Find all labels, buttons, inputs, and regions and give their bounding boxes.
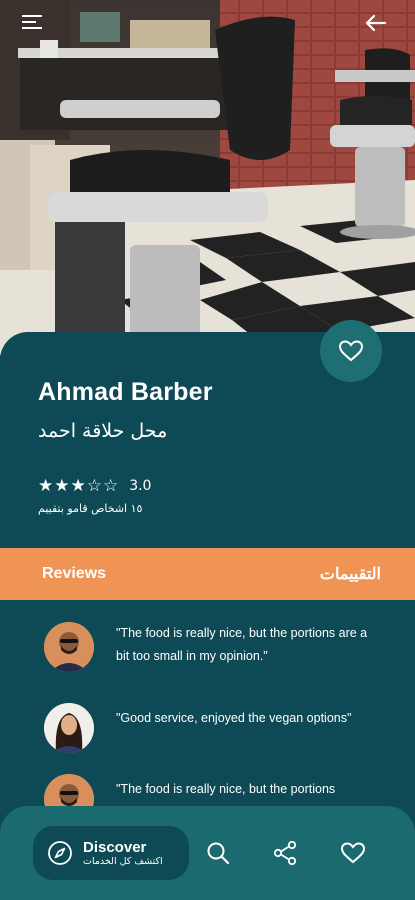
review-text: "The food is really nice, but the portio… bbox=[116, 626, 368, 663]
avatar bbox=[44, 622, 94, 672]
reviewers-count: ١٥ اشخاص قامو بتقييم bbox=[38, 502, 143, 515]
barber-name-arabic: محل حلاقة احمد bbox=[38, 420, 168, 442]
share-icon bbox=[273, 840, 297, 866]
barber-name: Ahmad Barber bbox=[38, 378, 213, 406]
star-rating: ★★★☆☆ bbox=[38, 476, 120, 496]
heart-icon bbox=[338, 340, 364, 362]
favorites-nav-button[interactable] bbox=[338, 838, 368, 868]
search-button[interactable] bbox=[203, 838, 233, 868]
heart-icon bbox=[340, 842, 366, 864]
reviews-tab-bar: Reviews التقييمات bbox=[0, 548, 415, 600]
review-text: "The food is really nice, but the portio… bbox=[116, 782, 336, 796]
back-arrow-icon[interactable] bbox=[365, 14, 393, 42]
menu-icon[interactable] bbox=[22, 14, 50, 42]
compass-icon bbox=[48, 841, 72, 865]
tab-reviews-arabic[interactable]: التقييمات bbox=[320, 564, 381, 584]
avatar bbox=[44, 703, 94, 753]
barbershop-hero-image bbox=[0, 0, 415, 355]
tab-reviews[interactable]: Reviews bbox=[42, 565, 106, 583]
discover-subtitle: اكتشف كل الخدمات bbox=[83, 855, 163, 867]
rating-value: 3.0 bbox=[129, 478, 152, 494]
share-button[interactable] bbox=[270, 838, 300, 868]
review-text: "Good service, enjoyed the vegan options… bbox=[116, 711, 352, 725]
search-icon bbox=[207, 842, 230, 865]
discover-button[interactable]: Discover اكتشف كل الخدمات bbox=[33, 826, 189, 880]
rating-row: ★★★☆☆ 3.0 bbox=[38, 476, 151, 496]
barbershop-photo bbox=[0, 0, 415, 355]
bottom-navigation: Discover اكتشف كل الخدمات bbox=[0, 806, 415, 900]
discover-label: Discover bbox=[83, 838, 147, 856]
favorite-button[interactable] bbox=[320, 320, 382, 382]
